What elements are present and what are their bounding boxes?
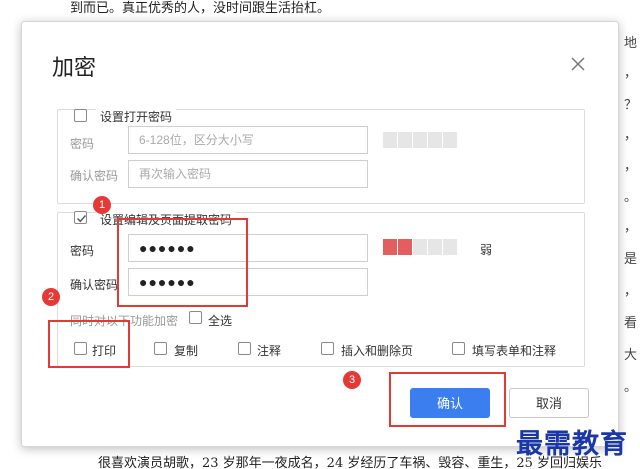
close-button[interactable] xyxy=(566,52,590,76)
open-confirm-password-label: 确认密码 xyxy=(70,169,119,183)
copy-label: 复制 xyxy=(174,344,199,358)
strength-segment xyxy=(428,132,442,148)
annotation-box-print xyxy=(48,320,130,368)
document-margin-char: 。 xyxy=(624,380,638,395)
open-password-input[interactable]: 6-128位，区分大小写 xyxy=(128,126,368,154)
encrypt-dialog: 加密 设置打开密码 密码 6-128位，区分大小写 确认密码 再次输入密码 设置… xyxy=(21,21,619,447)
watermark-logo: 最需教育 xyxy=(516,429,628,460)
document-margin-char: 。 xyxy=(624,190,638,205)
strength-segment xyxy=(413,239,427,255)
insert-delete-pages-label: 插入和删除页 xyxy=(341,344,414,358)
document-margin-char: ？ xyxy=(624,98,638,113)
insert-delete-pages-checkbox[interactable] xyxy=(321,342,334,355)
document-margin-char: 是 xyxy=(624,252,638,267)
document-margin-char: ， xyxy=(624,284,638,299)
annotation-badge-3: 3 xyxy=(343,371,361,389)
dialog-title: 加密 xyxy=(52,55,97,80)
strength-segment xyxy=(383,132,397,148)
strength-segment-filled xyxy=(398,239,412,255)
open-password-checkbox[interactable] xyxy=(74,109,87,122)
document-margin-char: 地 xyxy=(624,36,638,51)
fill-form-comment-checkbox[interactable] xyxy=(452,342,465,355)
select-all-checkbox[interactable] xyxy=(189,311,202,324)
open-password-strength-meter xyxy=(383,132,457,148)
edit-password-label: 密码 xyxy=(70,244,95,258)
open-confirm-password-input[interactable]: 再次输入密码 xyxy=(128,160,368,188)
open-password-section: 设置打开密码 密码 6-128位，区分大小写 确认密码 再次输入密码 xyxy=(57,108,585,204)
strength-segment xyxy=(413,132,427,148)
checkmark-icon xyxy=(77,215,87,223)
comment-checkbox[interactable] xyxy=(238,342,251,355)
open-password-checkbox-label: 设置打开密码 xyxy=(96,108,177,125)
document-margin-char: ， xyxy=(624,66,638,81)
annotation-box-password xyxy=(117,218,248,307)
comment-label: 注释 xyxy=(257,344,282,358)
annotation-box-confirm xyxy=(389,372,506,427)
cancel-button[interactable]: 取消 xyxy=(509,388,589,418)
close-icon xyxy=(571,57,585,71)
edit-password-checkbox[interactable] xyxy=(74,211,87,224)
edit-confirm-password-label: 确认密码 xyxy=(70,278,119,292)
document-margin-char: ， xyxy=(624,159,638,174)
document-margin-char: ， xyxy=(624,220,638,235)
document-text-top: 到而已。真正优秀的人，没时间跟生活抬杠。 xyxy=(70,1,331,16)
strength-segment-filled xyxy=(383,239,397,255)
strength-segment xyxy=(443,132,457,148)
edit-password-strength-meter xyxy=(383,239,457,255)
strength-segment xyxy=(428,239,442,255)
copy-checkbox[interactable] xyxy=(154,342,167,355)
open-password-label: 密码 xyxy=(70,137,95,151)
strength-segment xyxy=(398,132,412,148)
fill-form-comment-label: 填写表单和注释 xyxy=(472,344,557,358)
select-all-label: 全选 xyxy=(208,314,233,328)
document-margin-char: ， xyxy=(624,128,638,143)
document-margin-char: 大 xyxy=(624,348,638,363)
annotation-badge-1: 1 xyxy=(93,196,111,214)
strength-segment xyxy=(443,239,457,255)
strength-label: 弱 xyxy=(480,243,493,257)
document-margin-char: 看 xyxy=(624,316,638,331)
annotation-badge-2: 2 xyxy=(42,288,60,306)
